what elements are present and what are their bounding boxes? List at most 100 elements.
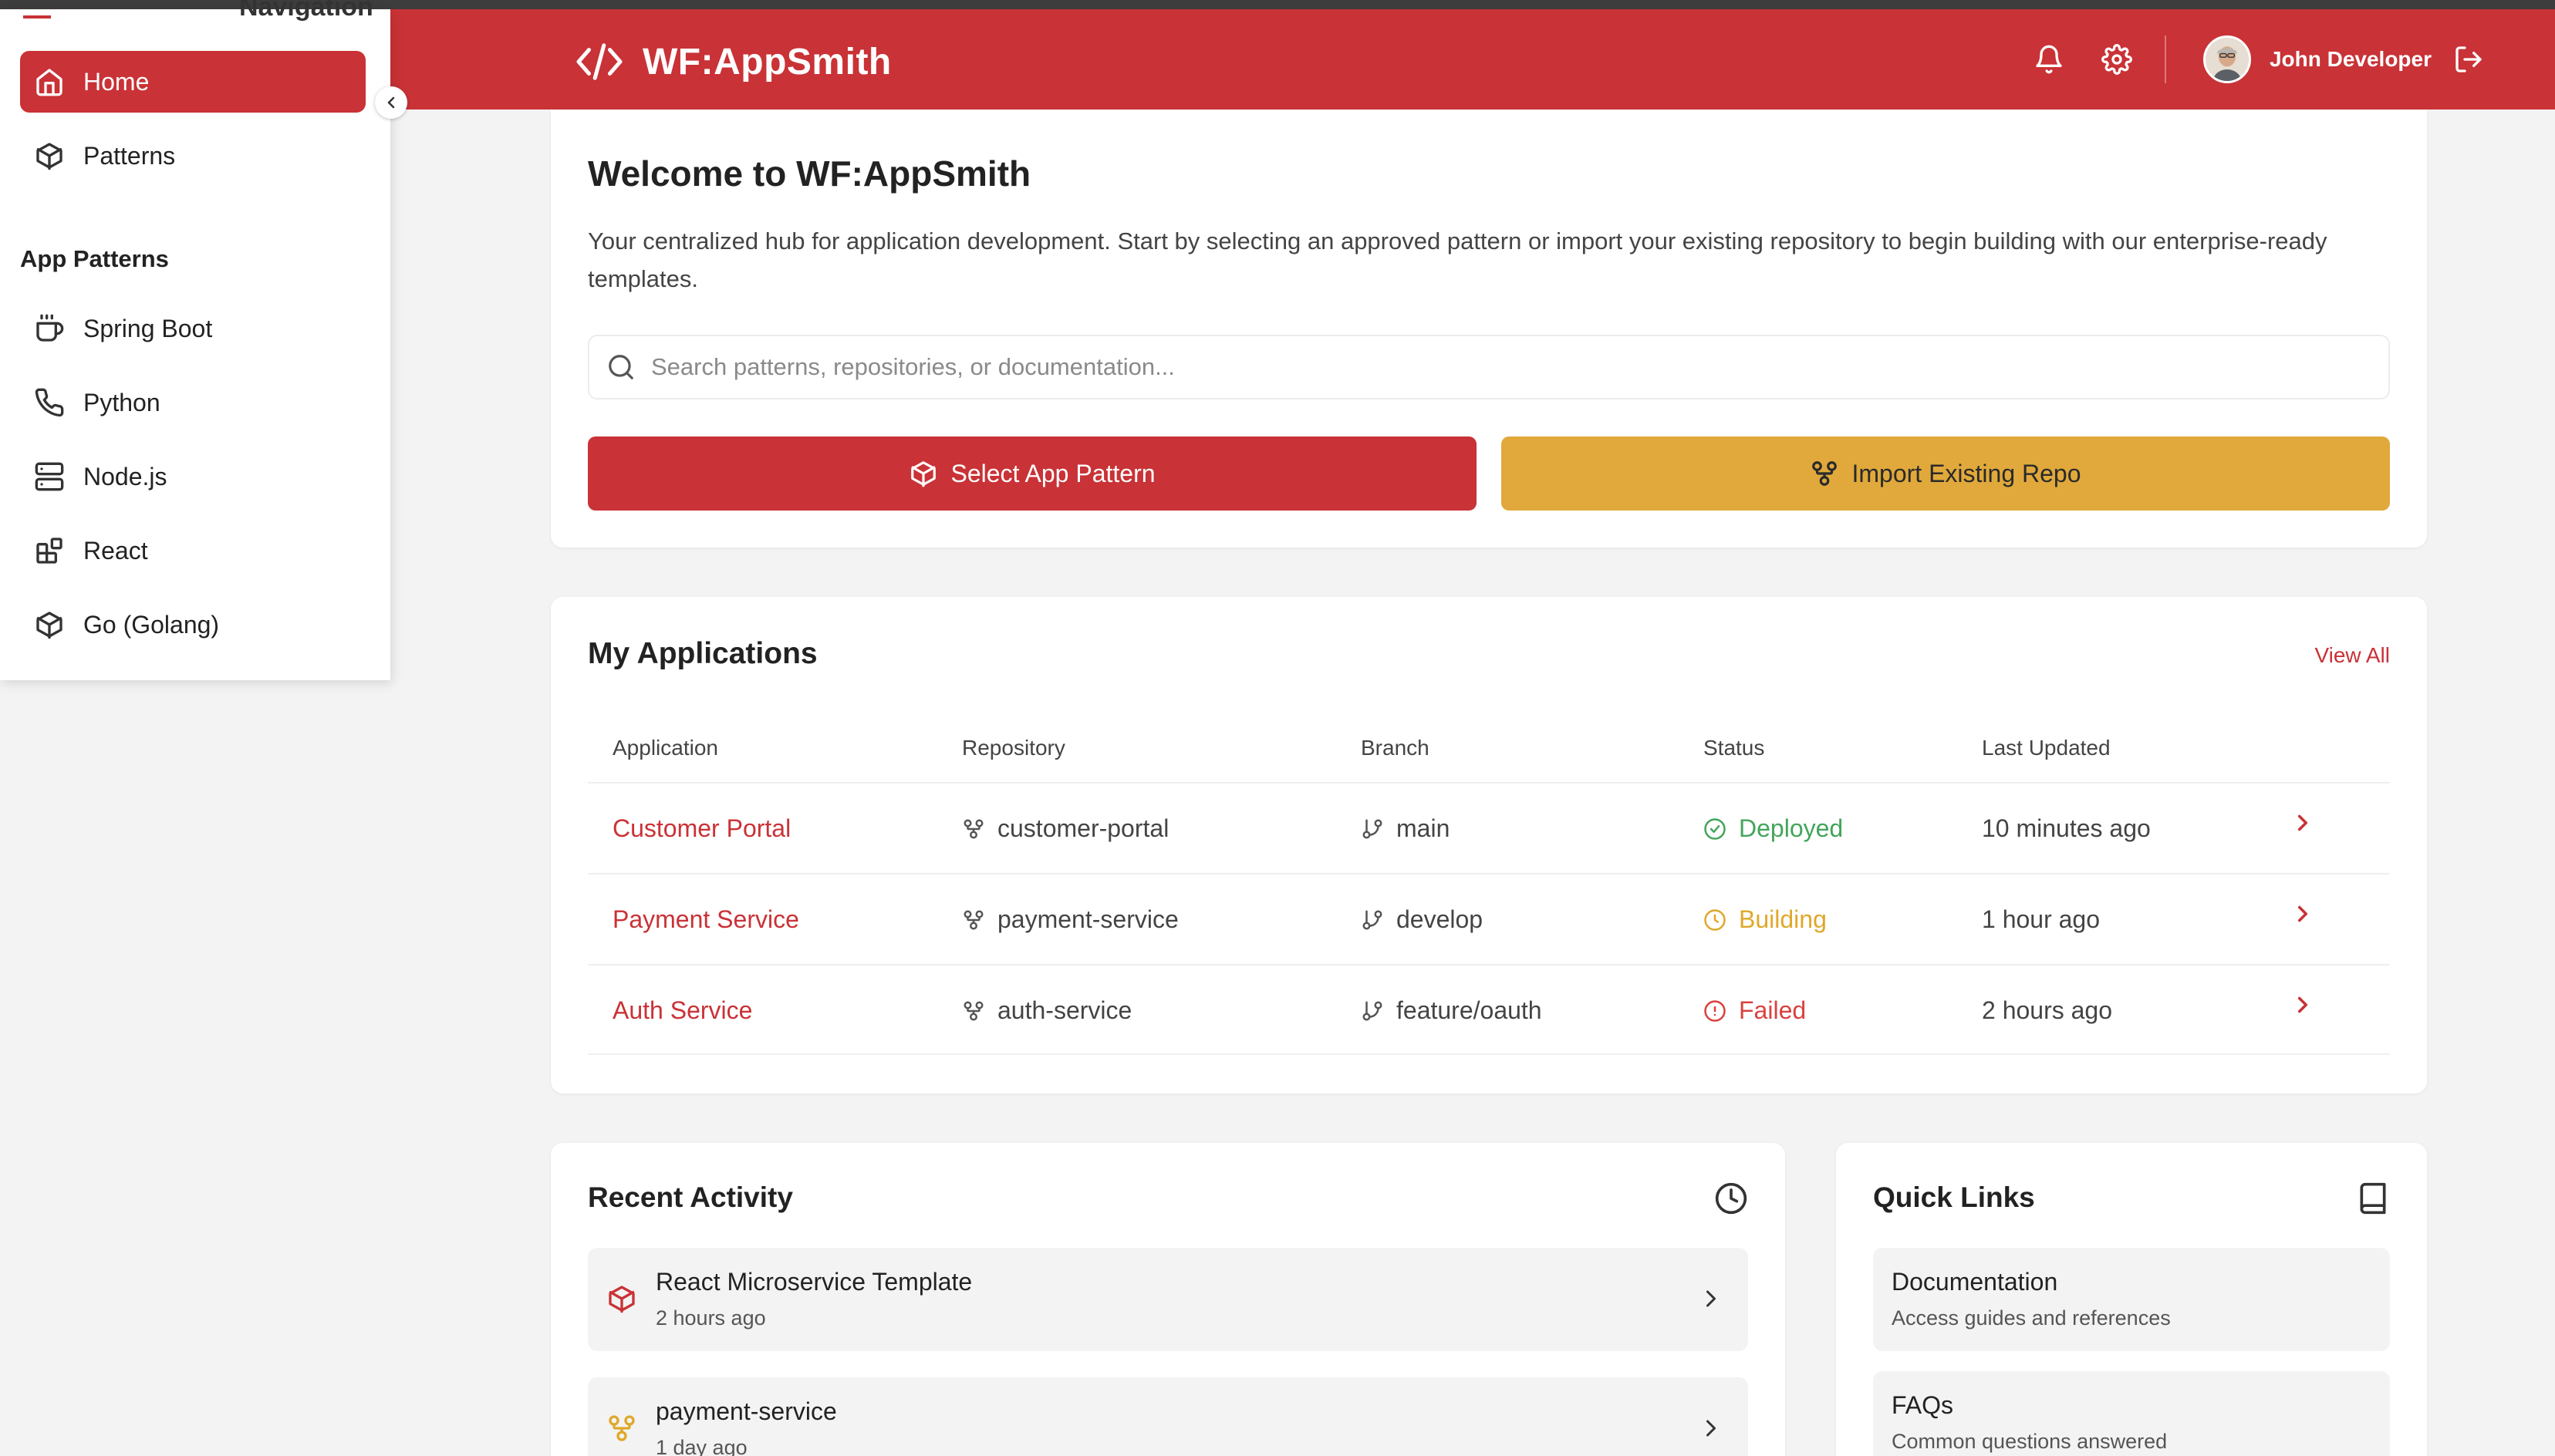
header-divider xyxy=(2164,35,2166,83)
activity-time: 1 day ago xyxy=(656,1436,748,1456)
alert-circle-icon xyxy=(1704,999,1726,1022)
application-name-link[interactable]: Payment Service xyxy=(613,905,799,934)
code-icon xyxy=(576,43,623,80)
sidebar-item-react[interactable]: React xyxy=(20,520,366,581)
chevron-right-icon[interactable] xyxy=(2290,901,2316,927)
view-all-link[interactable]: View All xyxy=(2314,643,2390,668)
window-top-bar xyxy=(0,0,2555,9)
clock-icon xyxy=(1715,1182,1747,1215)
application-name-link[interactable]: Auth Service xyxy=(613,996,752,1025)
search-icon xyxy=(609,355,633,379)
chevron-right-icon xyxy=(1706,1290,1716,1307)
check-circle-icon xyxy=(1704,817,1726,840)
repository-cell: payment-service xyxy=(962,905,1179,934)
avatar[interactable] xyxy=(2202,35,2251,83)
page-title: Welcome to WF:AppSmith xyxy=(588,153,1031,194)
welcome-description: Your centralized hub for application dev… xyxy=(588,228,2327,292)
git-branch-icon xyxy=(1362,1001,1382,1020)
application-name-link[interactable]: Customer Portal xyxy=(613,814,791,843)
git-fork-icon xyxy=(964,819,984,838)
activity-item[interactable]: payment-service 1 day ago xyxy=(588,1377,1748,1456)
logout-button[interactable] xyxy=(2452,42,2486,76)
sidebar-item-python[interactable]: Python xyxy=(20,372,366,433)
sidebar-item-label: Patterns xyxy=(83,141,176,170)
chevron-right-icon[interactable] xyxy=(2290,992,2316,1018)
git-fork-icon xyxy=(1812,461,1838,486)
chevron-right-icon xyxy=(1706,1420,1716,1437)
table-row[interactable]: Customer Portal customer-portal main Dep… xyxy=(588,782,2390,873)
last-updated: 2 hours ago xyxy=(1982,996,2113,1024)
settings-button[interactable] xyxy=(2100,42,2134,76)
header-actions: John Developer xyxy=(2032,32,2486,86)
git-fork-icon xyxy=(609,1415,635,1441)
button-label: Select App Pattern xyxy=(950,459,1156,487)
repository-cell: auth-service xyxy=(962,996,1132,1025)
table-row[interactable]: Payment Service payment-service develop … xyxy=(588,873,2390,964)
table-row[interactable]: Auth Service auth-service feature/oauth … xyxy=(588,964,2390,1055)
status-text: Failed xyxy=(1739,996,1807,1024)
sidebar: Navigation Home Patterns App Patterns Sp… xyxy=(0,0,390,680)
chevron-right-icon[interactable] xyxy=(2290,810,2316,836)
welcome-card: Welcome to WF:AppSmith Your centralized … xyxy=(551,110,2427,548)
sidebar-item-label: Python xyxy=(83,388,160,416)
blocks-icon xyxy=(36,538,62,564)
column-header-status: Status xyxy=(1703,736,1765,760)
quick-link-documentation[interactable]: Documentation Access guides and referenc… xyxy=(1873,1248,2390,1351)
section-title: Recent Activity xyxy=(588,1181,793,1213)
sidebar-collapse-button[interactable] xyxy=(375,86,407,119)
git-branch-icon xyxy=(1362,910,1382,929)
server-icon xyxy=(35,462,64,491)
sidebar-item-go[interactable]: Go (Golang) xyxy=(20,594,366,656)
import-existing-repo-button[interactable]: Import Existing Repo xyxy=(1501,436,2390,511)
my-applications-card: My Applications View All Application Rep… xyxy=(551,597,2427,1094)
sidebar-item-label: Home xyxy=(83,67,150,96)
sidebar-item-spring-boot[interactable]: Spring Boot xyxy=(20,298,366,359)
user-name[interactable]: John Developer xyxy=(2270,47,2432,72)
status-text: Deployed xyxy=(1739,814,1844,842)
activity-title: payment-service xyxy=(656,1397,837,1425)
home-icon xyxy=(36,69,62,96)
section-title: Quick Links xyxy=(1873,1181,2035,1213)
branch-cell: feature/oauth xyxy=(1361,996,1542,1025)
phone-icon xyxy=(35,388,64,417)
cube-icon xyxy=(609,1286,635,1313)
brand[interactable]: WF:AppSmith xyxy=(575,39,892,85)
status-text: Building xyxy=(1739,905,1827,933)
branch-name: feature/oauth xyxy=(1396,996,1542,1024)
section-title: My Applications xyxy=(588,637,818,670)
repository-cell: customer-portal xyxy=(962,814,1169,843)
sidebar-item-label: Go (Golang) xyxy=(83,610,220,639)
cube-icon xyxy=(36,612,62,639)
branch-name: develop xyxy=(1396,905,1483,933)
coffee-icon xyxy=(36,314,64,342)
notifications-button[interactable] xyxy=(2032,42,2066,76)
sidebar-section-title: App Patterns xyxy=(20,245,169,272)
search-input[interactable] xyxy=(651,353,2348,381)
menu-icon[interactable] xyxy=(23,15,51,19)
gear-icon xyxy=(2101,44,2132,75)
book-icon xyxy=(2360,1182,2386,1215)
sidebar-item-home[interactable]: Home xyxy=(20,51,366,113)
sidebar-title: Navigation xyxy=(239,0,373,22)
sidebar-item-label: React xyxy=(83,536,148,565)
brand-name: WF:AppSmith xyxy=(643,41,892,83)
sidebar-item-patterns[interactable]: Patterns xyxy=(20,125,366,187)
recent-activity-card: Recent Activity React Microservice Templ… xyxy=(551,1143,1785,1456)
git-fork-icon xyxy=(964,1001,984,1020)
cube-icon xyxy=(36,143,62,170)
select-app-pattern-button[interactable]: Select App Pattern xyxy=(588,436,1477,511)
sidebar-item-nodejs[interactable]: Node.js xyxy=(20,446,366,507)
activity-time: 2 hours ago xyxy=(656,1306,766,1330)
quick-links-card: Quick Links Documentation Access guides … xyxy=(1836,1143,2427,1456)
activity-item[interactable]: React Microservice Template 2 hours ago xyxy=(588,1248,1748,1351)
chevron-left-icon xyxy=(387,96,395,109)
clock-icon xyxy=(1704,908,1726,931)
column-header-repository: Repository xyxy=(962,736,1065,760)
quick-link-subtitle: Common questions answered xyxy=(1892,1430,2168,1453)
git-branch-icon xyxy=(1362,819,1382,838)
branch-cell: main xyxy=(1361,814,1450,843)
activity-title: React Microservice Template xyxy=(656,1268,973,1296)
quick-link-faqs[interactable]: FAQs Common questions answered xyxy=(1873,1371,2390,1456)
logout-icon xyxy=(2455,46,2482,72)
search-box[interactable] xyxy=(588,335,2390,399)
